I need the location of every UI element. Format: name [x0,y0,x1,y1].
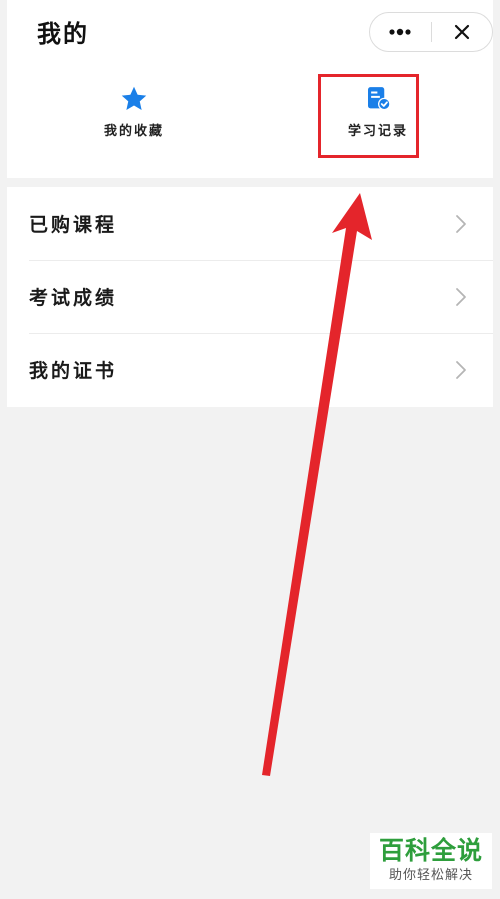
more-dots-icon [389,28,411,36]
menu-item-label: 我的证书 [29,360,118,382]
menu-item-label: 考试成绩 [29,287,118,309]
watermark-logo: 百科全说 助你轻松解决 [370,833,492,889]
shortcut-favorites[interactable]: 我的收藏 [64,84,204,139]
shortcut-label-favorites: 我的收藏 [103,124,164,139]
menu-item-purchased-courses[interactable]: 已购课程 [7,187,493,260]
highlight-annotation-box [318,74,419,158]
close-icon [454,24,469,40]
chevron-right-icon [456,214,466,233]
close-button[interactable] [431,13,492,51]
chevron-right-icon [456,360,466,379]
star-icon [121,86,147,110]
menu-list: 已购课程 考试成绩 我的证书 [7,187,493,407]
watermark-title: 百科全说 [378,836,483,865]
watermark-subtitle: 助你轻松解决 [388,868,473,883]
chevron-right-icon [456,287,466,306]
more-button[interactable] [370,13,431,51]
page-title: 我的 [37,19,89,48]
menu-item-exam-scores[interactable]: 考试成绩 [7,260,493,333]
menu-item-my-certificates[interactable]: 我的证书 [7,333,493,406]
menu-item-label: 已购课程 [29,214,118,236]
miniprogram-capsule [369,12,493,52]
top-card: 我的 我的收藏 学习记录 [7,0,493,178]
